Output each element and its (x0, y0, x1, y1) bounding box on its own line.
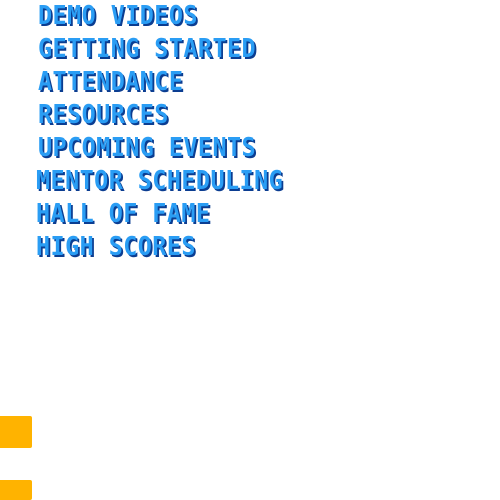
menu-item-resources[interactable]: RESOURCES (38, 99, 342, 132)
menu-item-attendance[interactable]: ATTENDANCE (38, 66, 342, 99)
menu-list: DEMO VIDEOS GETTING STARTED ATTENDANCE R… (36, 0, 376, 264)
accent-block-upper[interactable] (0, 416, 32, 448)
menu-item-high-scores[interactable]: HIGH SCORES (36, 231, 342, 264)
menu-item-demo-videos[interactable]: DEMO VIDEOS (38, 0, 342, 33)
menu-item-mentor-scheduling[interactable]: MENTOR SCHEDULING (36, 165, 342, 198)
accent-block-lower[interactable] (0, 480, 32, 500)
menu-item-upcoming-events[interactable]: UPCOMING EVENTS (38, 132, 342, 165)
menu-item-getting-started[interactable]: GETTING STARTED (38, 33, 342, 66)
menu-item-hall-of-fame[interactable]: HALL OF FAME (36, 198, 342, 231)
